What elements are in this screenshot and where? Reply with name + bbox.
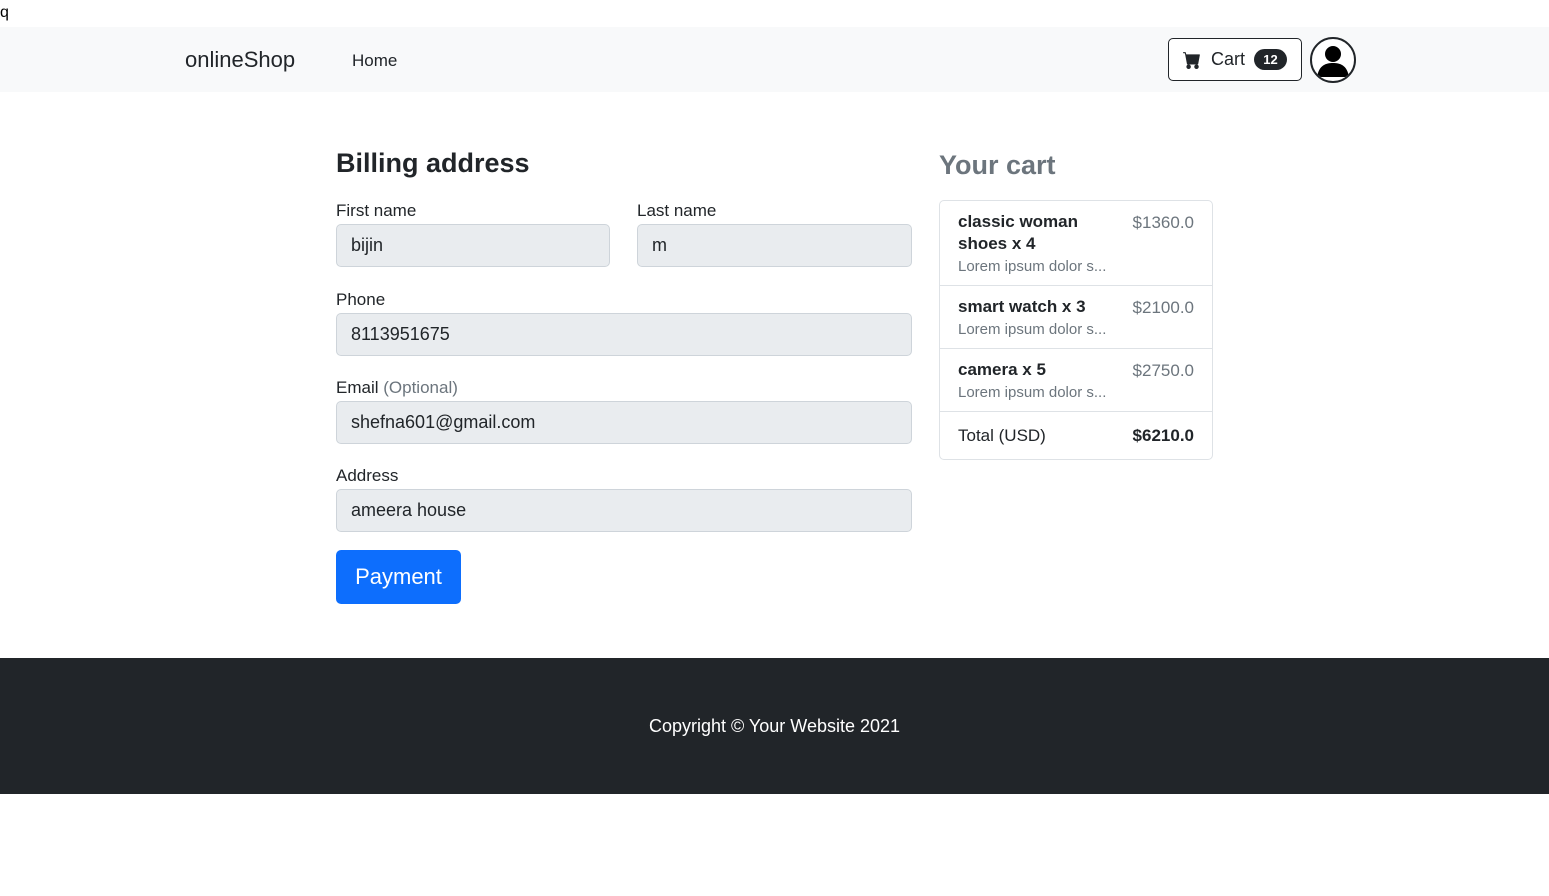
cart-item: smart watch x 3 Lorem ipsum dolor s... $… xyxy=(940,286,1212,349)
cart-item-name: camera x 5 xyxy=(958,360,1046,379)
phone-input[interactable] xyxy=(336,313,912,356)
cart-item-price: $1360.0 xyxy=(1132,213,1194,232)
last-name-input[interactable] xyxy=(637,224,912,267)
email-label: Email xyxy=(336,378,379,397)
cart-button[interactable]: Cart 12 xyxy=(1168,38,1302,81)
footer-copyright: Copyright © Your Website 2021 xyxy=(648,715,901,736)
first-name-input[interactable] xyxy=(336,224,610,267)
cart-item: classic woman shoes x 4 Lorem ipsum dolo… xyxy=(940,201,1212,286)
cart-item-name: classic woman shoes x 4 xyxy=(958,212,1079,253)
cart-item-desc: Lorem ipsum dolor s... xyxy=(958,258,1107,275)
footer: Copyright © Your Website 2021 xyxy=(0,658,1549,794)
cart-icon xyxy=(1183,51,1201,69)
cart-label: Cart xyxy=(1211,49,1246,69)
stray-text: q xyxy=(0,4,9,21)
email-label-row: Email (Optional) xyxy=(336,378,458,398)
cart-item: camera x 5 Lorem ipsum dolor s... $2750.… xyxy=(940,349,1212,412)
email-optional-hint: (Optional) xyxy=(383,378,458,397)
user-avatar-icon[interactable] xyxy=(1310,37,1356,83)
cart-title: Your cart xyxy=(939,150,1056,180)
cart-item-name: smart watch x 3 xyxy=(958,297,1086,316)
phone-label: Phone xyxy=(336,290,386,309)
cart-list: classic woman shoes x 4 Lorem ipsum dolo… xyxy=(939,200,1213,460)
brand-logo[interactable]: onlineShop xyxy=(185,47,295,73)
cart-total-value: $6210.0 xyxy=(1132,425,1194,445)
navbar: onlineShop Home Cart 12 xyxy=(0,27,1549,92)
payment-button[interactable]: Payment xyxy=(336,550,461,604)
address-label: Address xyxy=(336,466,399,485)
cart-item-desc: Lorem ipsum dolor s... xyxy=(958,384,1107,401)
cart-total-row: Total (USD) $6210.0 xyxy=(940,412,1212,459)
email-input[interactable] xyxy=(336,401,912,444)
cart-item-price: $2750.0 xyxy=(1132,361,1194,380)
billing-title: Billing address xyxy=(336,148,530,178)
nav-link-home[interactable]: Home xyxy=(352,51,397,71)
last-name-label: Last name xyxy=(637,201,717,220)
cart-item-price: $2100.0 xyxy=(1132,298,1194,317)
cart-item-desc: Lorem ipsum dolor s... xyxy=(958,321,1107,338)
cart-count-badge: 12 xyxy=(1254,49,1288,70)
address-input[interactable] xyxy=(336,489,912,532)
cart-total-label: Total (USD) xyxy=(958,425,1046,445)
first-name-label: First name xyxy=(336,201,417,220)
